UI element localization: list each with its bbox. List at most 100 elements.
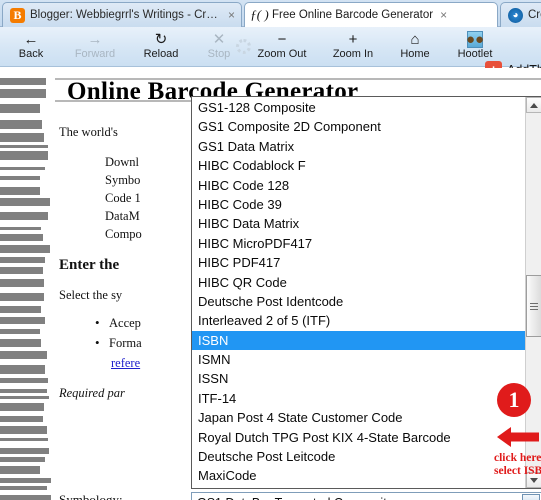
function-icon: ƒ( ): [250, 7, 269, 22]
zoom-out-label: Zoom Out: [257, 48, 307, 60]
dropdown-option[interactable]: MaxiCode: [192, 466, 525, 485]
barcode-stripe: [0, 317, 45, 324]
barcode-stripe: [0, 478, 51, 483]
annotation-text: click here, select ISBN: [494, 452, 541, 478]
dropdown-option[interactable]: HIBC Code 39: [192, 195, 525, 214]
reload-icon: ↻: [154, 31, 168, 48]
symbology-dropdown-list[interactable]: GS1-128 Composite GS1 Composite 2D Compon…: [191, 96, 541, 489]
plus-icon: +: [348, 31, 358, 48]
dropdown-option[interactable]: GS1 Data Matrix: [192, 137, 525, 156]
barcode-stripe: [0, 403, 44, 411]
browser-window: B Blogger: Webbiegrrl's Writings - Crea.…: [0, 0, 541, 500]
reload-button-label: Reload: [143, 48, 179, 60]
tab-bar: B Blogger: Webbiegrrl's Writings - Crea.…: [0, 0, 541, 27]
back-arrow-icon: ←: [23, 31, 39, 48]
barcode-stripe: [0, 187, 40, 195]
tab-creative[interactable]: ◕ Cre: [500, 2, 541, 27]
barcode-stripe: [0, 486, 47, 490]
barcode-stripe: [0, 151, 48, 160]
barcode-stripe: [0, 416, 43, 422]
dropdown-option[interactable]: HIBC Codablock F: [192, 156, 525, 175]
intro-paragraph: The world's: [59, 125, 118, 139]
bullet-item-1: Accep: [95, 315, 141, 331]
symbology-select[interactable]: GS1 DataBar Truncated Composite: [191, 492, 541, 500]
dropdown-option[interactable]: ISMN: [192, 350, 525, 369]
feature-line-4: DataM: [105, 209, 140, 223]
dropdown-option[interactable]: ISSN: [192, 369, 525, 388]
barcode-stripe: [0, 257, 45, 263]
page-content: Online Barcode Generator The world's Dow…: [55, 68, 541, 500]
stop-icon: ✕: [212, 31, 226, 48]
tab-blogger[interactable]: B Blogger: Webbiegrrl's Writings - Crea.…: [2, 2, 242, 27]
barcode-decoration-image: [0, 78, 52, 500]
hootlet-owl-icon: ●●: [465, 31, 485, 48]
scroll-up-arrow-icon[interactable]: [526, 97, 541, 113]
barcode-stripe: [0, 351, 47, 359]
chevron-down-icon[interactable]: [522, 494, 540, 500]
dropdown-option[interactable]: ITF-14: [192, 389, 525, 408]
dropdown-option[interactable]: HIBC Data Matrix: [192, 214, 525, 233]
scroll-grip-icon: [530, 301, 538, 312]
barcode-stripe: [0, 227, 41, 230]
dropdown-option[interactable]: HIBC Code 128: [192, 176, 525, 195]
barcode-stripe: [0, 212, 48, 220]
barcode-stripe: [0, 306, 41, 313]
dropdown-option[interactable]: ISBN: [192, 330, 525, 351]
dropdown-option[interactable]: Deutsche Post Identcode: [192, 292, 525, 311]
dropdown-option[interactable]: GS1-128 Composite: [192, 98, 525, 117]
forward-button-label: Forward: [74, 48, 116, 60]
barcode-stripe: [0, 339, 41, 347]
barcode-stripe: [0, 145, 48, 148]
barcode-stripe: [0, 438, 48, 441]
dropdown-option[interactable]: Interleaved 2 of 5 (ITF): [192, 311, 525, 330]
barcode-stripe: [0, 466, 40, 474]
annotation-step-badge: 1: [497, 383, 531, 417]
reload-button[interactable]: ↻ Reload: [130, 29, 192, 65]
barcode-stripe: [0, 120, 42, 129]
select-instruction: Select the sy: [59, 288, 123, 302]
dropdown-option[interactable]: Deutsche Post Leitcode: [192, 447, 525, 466]
barcode-stripe: [0, 495, 51, 500]
barcode-stripe: [0, 396, 49, 399]
dropdown-option[interactable]: Japan Post 4 State Customer Code: [192, 408, 525, 427]
dropdown-option[interactable]: HIBC QR Code: [192, 273, 525, 292]
scroll-thumb[interactable]: [526, 275, 541, 337]
home-label: Home: [400, 48, 430, 60]
tab-close-icon[interactable]: ×: [440, 8, 447, 22]
barcode-stripe: [0, 176, 40, 180]
back-button[interactable]: ← Back: [4, 29, 58, 65]
bullet-item-2: Forma: [95, 335, 141, 351]
navigation-toolbar: ← Back → Forward ↻ Reload ✕ Stop − Zoom …: [0, 27, 541, 78]
hootlet-button[interactable]: ●● Hootlet: [444, 29, 506, 65]
dropdown-option[interactable]: HIBC PDF417: [192, 253, 525, 272]
back-button-label: Back: [18, 48, 44, 60]
tab-close-icon[interactable]: ×: [228, 8, 235, 22]
reference-link-text: refere: [111, 356, 141, 370]
forward-button[interactable]: → Forward: [62, 29, 128, 65]
symbology-selected-value: GS1 DataBar Truncated Composite: [192, 496, 522, 500]
dropdown-options: GS1-128 Composite GS1 Composite 2D Compon…: [192, 97, 525, 488]
feature-line-1: Downl: [105, 155, 140, 169]
home-button[interactable]: ⌂ Home: [388, 29, 442, 65]
zoom-in-button[interactable]: + Zoom In: [320, 29, 386, 65]
dropdown-option[interactable]: Royal Dutch TPG Post KIX 4-State Barcode: [192, 428, 525, 447]
barcode-stripe: [0, 78, 46, 85]
barcode-stripe: [0, 365, 45, 374]
symbology-label: Symbology:: [59, 492, 123, 500]
dropdown-option[interactable]: GS1 Composite 2D Component: [192, 117, 525, 136]
page-viewport: Online Barcode Generator The world's Dow…: [0, 68, 541, 500]
annotation-line-2: select ISBN: [494, 465, 541, 477]
reference-link[interactable]: refere: [111, 356, 140, 371]
tab-barcode-generator[interactable]: ƒ( ) Free Online Barcode Generator ×: [244, 2, 498, 27]
barcode-stripe: [0, 104, 40, 113]
zoom-in-label: Zoom In: [332, 48, 374, 60]
barcode-stripe: [0, 457, 45, 462]
dropdown-option[interactable]: HIBC MicroPDF417: [192, 234, 525, 253]
barcode-stripe: [0, 293, 44, 301]
section-heading: Enter the: [59, 257, 120, 273]
barcode-stripe: [0, 89, 46, 98]
annotation-line-1: click here,: [494, 452, 541, 464]
zoom-out-button[interactable]: − Zoom Out: [246, 29, 318, 65]
required-params-note: Required par: [59, 386, 125, 400]
barcode-stripe: [0, 389, 47, 393]
